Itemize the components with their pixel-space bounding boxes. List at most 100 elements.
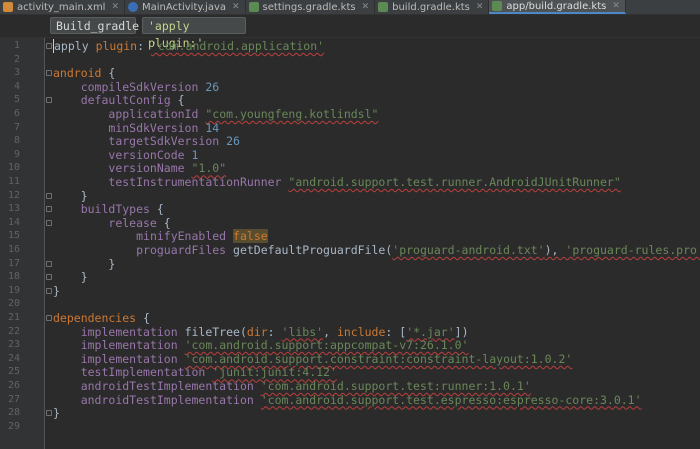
code-token: proguardFiles xyxy=(136,243,227,257)
code-line[interactable]: 7 minSdkVersion 14 xyxy=(0,121,700,135)
line-number: 11 xyxy=(7,176,20,187)
close-icon[interactable]: ✕ xyxy=(232,2,240,12)
fold-marker-icon[interactable] xyxy=(46,219,52,226)
code-line[interactable]: 11 testInstrumentationRunner "android.su… xyxy=(0,175,700,189)
code-text: defaultConfig { xyxy=(53,93,185,107)
fold-marker-icon[interactable] xyxy=(46,43,52,49)
tab-label: activity_main.xml xyxy=(17,1,106,13)
code-line[interactable]: 1 apply plugin: 'com.android.application' xyxy=(0,39,700,53)
line-number: 21 xyxy=(7,312,20,323)
code-text: release { xyxy=(53,216,170,230)
fold-marker-icon[interactable] xyxy=(46,192,52,199)
line-number: 19 xyxy=(7,284,20,296)
code-line[interactable]: 17 } xyxy=(0,257,700,271)
code-line[interactable]: 19} xyxy=(0,284,700,298)
code-line[interactable]: 14 release { xyxy=(0,216,700,230)
kotlin-class-icon xyxy=(128,2,139,12)
code-token: ]) xyxy=(454,324,469,339)
xml-file-icon xyxy=(3,2,13,12)
code-text: } xyxy=(53,406,60,420)
code-line[interactable]: 26 androidTestImplementation 'com.androi… xyxy=(0,379,700,393)
line-number: 5 xyxy=(13,94,20,106)
code-line[interactable]: 27 androidTestImplementation 'com.androi… xyxy=(0,393,700,407)
code-text: buildTypes { xyxy=(53,202,164,216)
code-token: versionName xyxy=(108,161,185,176)
code-line[interactable]: 29 xyxy=(0,420,700,434)
breadcrumb-item-apply-plugin[interactable]: 'apply plugin:' xyxy=(142,17,246,50)
close-icon[interactable]: ✕ xyxy=(362,2,370,12)
code-line[interactable]: 18 } xyxy=(0,270,700,284)
code-line[interactable]: 9 versionCode 1 xyxy=(0,148,700,162)
code-token: apply xyxy=(53,39,89,53)
code-token: compileSdkVersion xyxy=(80,79,199,94)
code-line[interactable]: 21 dependencies { xyxy=(0,311,700,325)
line-number: 14 xyxy=(7,216,20,228)
code-line[interactable]: 2 xyxy=(0,53,700,67)
code-line[interactable]: 3 android { xyxy=(0,66,700,80)
close-icon[interactable]: ✕ xyxy=(111,2,119,12)
tab-build-gradle-kts[interactable]: build.gradle.kts ✕ xyxy=(375,0,490,14)
code-line[interactable]: 4 compileSdkVersion 26 xyxy=(0,80,700,94)
tab-label: app/build.gradle.kts xyxy=(506,0,607,12)
code-text: } xyxy=(53,257,115,271)
tab-activity-main-xml[interactable]: activity_main.xml ✕ xyxy=(0,0,126,14)
code-token: 1 xyxy=(191,147,199,162)
fold-marker-icon[interactable] xyxy=(46,315,52,321)
fold-marker-icon[interactable] xyxy=(46,206,52,213)
code-line[interactable]: 25 testImplementation 'junit:junit:4.12' xyxy=(0,365,700,379)
editor-tab-bar: activity_main.xml ✕ MainActivity.java ✕ sett… xyxy=(0,0,700,15)
code-line[interactable]: 20 xyxy=(0,297,700,311)
code-token: { xyxy=(170,93,185,108)
code-text: versionCode 1 xyxy=(53,148,198,162)
fold-marker-icon[interactable] xyxy=(46,97,52,104)
line-number: 6 xyxy=(13,108,20,119)
code-line[interactable]: 13 buildTypes { xyxy=(0,202,700,216)
code-token: 'proguard-rules.pro' xyxy=(565,243,700,257)
tab-mainactivity-java[interactable]: MainActivity.java ✕ xyxy=(125,0,246,14)
breadcrumb-item-build-gradle[interactable]: Build_gradle xyxy=(50,17,139,34)
code-text: minSdkVersion 14 xyxy=(53,121,219,135)
code-editor[interactable]: 1 apply plugin: 'com.android.application'… xyxy=(0,38,700,449)
line-number: 24 xyxy=(7,352,20,364)
code-token: 'com.android.support.constraint:constrai… xyxy=(184,351,573,366)
fold-marker-icon[interactable] xyxy=(46,260,52,267)
close-icon[interactable]: ✕ xyxy=(612,1,620,11)
code-token: false xyxy=(233,229,268,244)
code-line[interactable]: 5 defaultConfig { xyxy=(0,93,700,107)
code-token: 'com.android.support.test:runner:1.0.1' xyxy=(260,379,531,393)
code-token: targetSdkVersion xyxy=(108,134,220,149)
fold-marker-icon[interactable] xyxy=(46,274,52,281)
tab-app-build-gradle-kts[interactable]: app/build.gradle.kts ✕ xyxy=(489,0,626,14)
code-token: versionCode xyxy=(108,147,185,162)
code-line[interactable]: 6 applicationId "com.youngfeng.kotlindsl… xyxy=(0,107,700,121)
code-token: buildTypes xyxy=(80,202,150,217)
code-line[interactable]: 12 } xyxy=(0,189,700,203)
tab-label: MainActivity.java xyxy=(142,1,226,13)
code-line[interactable]: 22 implementation fileTree(dir: 'libs', … xyxy=(0,325,700,339)
code-token: : xyxy=(137,39,151,53)
close-icon[interactable]: ✕ xyxy=(476,2,484,12)
code-line[interactable]: 8 targetSdkVersion 26 xyxy=(0,134,700,148)
line-number: 27 xyxy=(7,393,20,405)
code-line[interactable]: 15 minifyEnabled false xyxy=(0,229,700,244)
fold-marker-icon[interactable] xyxy=(46,287,52,294)
code-line[interactable]: 24 implementation 'com.android.support.c… xyxy=(0,352,700,366)
code-line[interactable]: 23 implementation 'com.android.support:a… xyxy=(0,338,700,352)
tab-settings-gradle-kts[interactable]: settings.gradle.kts ✕ xyxy=(246,0,376,14)
code-line[interactable]: 10 versionName "1.0" xyxy=(0,161,700,175)
code-line[interactable]: 16 proguardFiles getDefaultProguardFile(… xyxy=(0,243,700,257)
code-token: 14 xyxy=(205,120,220,135)
code-text: testImplementation 'junit:junit:4.12' xyxy=(53,365,337,379)
fold-marker-icon[interactable] xyxy=(46,70,52,77)
code-line[interactable]: 28} xyxy=(0,406,700,420)
fold-marker-icon[interactable] xyxy=(46,410,52,417)
line-number: 16 xyxy=(7,244,20,255)
